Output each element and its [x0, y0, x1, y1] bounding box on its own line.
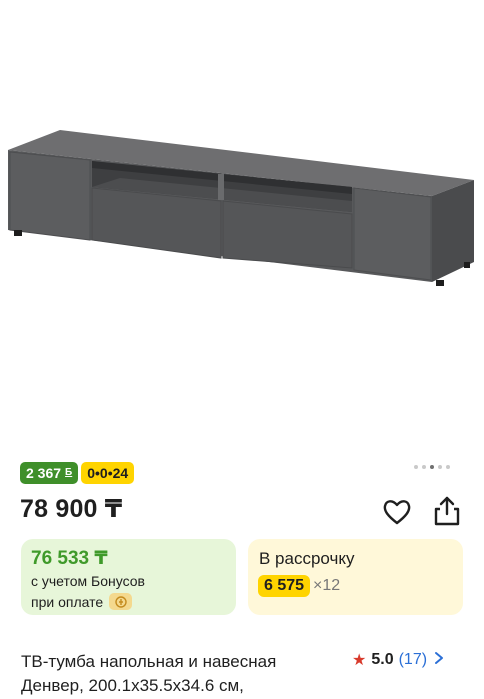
bonus-price-card[interactable]: 76 533 ₸ с учетом Бонусов при оплате — [21, 539, 236, 615]
bonus-badge: 2 367 Б — [20, 462, 79, 484]
gallery-dot[interactable] — [422, 465, 426, 469]
gallery-dot[interactable] — [438, 465, 442, 469]
heart-icon — [383, 500, 411, 525]
product-badges: 2 367 Б 0•0•24 — [20, 462, 135, 484]
bonus-currency-icon: Б — [65, 467, 73, 478]
installment-amount: 6 575 — [258, 575, 311, 597]
product-price: 78 900 ₸ — [20, 495, 123, 523]
bonus-badge-amount: 2 367 — [26, 465, 62, 481]
rating-link[interactable]: ★ 5.0 (17) — [352, 650, 444, 670]
bonus-price: 76 533 ₸ — [31, 548, 108, 569]
bonus-payment-caption: при оплате — [31, 593, 104, 610]
gallery-dot-active[interactable] — [430, 465, 434, 469]
share-icon — [434, 496, 460, 526]
rating-value: 5.0 — [371, 651, 394, 668]
installment-multiplier: ×12 — [313, 577, 341, 594]
installment-title: В рассрочку — [259, 549, 355, 568]
installment-card[interactable]: В рассрочку 6 575 ×12 — [248, 539, 463, 615]
gallery-pagination[interactable] — [414, 465, 450, 469]
favorite-button[interactable] — [382, 498, 412, 526]
installment-badge: 0•0•24 — [81, 462, 135, 484]
rating-count: (17) — [398, 651, 428, 668]
share-button[interactable] — [432, 495, 462, 527]
product-image-gallery[interactable] — [0, 0, 484, 455]
product-image — [8, 130, 474, 286]
star-icon: ★ — [352, 652, 367, 669]
gallery-dot[interactable] — [446, 465, 450, 469]
installment-row: 6 575 ×12 — [258, 575, 340, 597]
chevron-right-icon — [434, 651, 444, 670]
bonus-payment-line: при оплате — [31, 593, 133, 610]
product-title: ТВ-тумба напольная и навесная Денвер, 20… — [21, 652, 277, 695]
gallery-dot[interactable] — [414, 465, 418, 469]
bonus-caption: с учетом Бонусов — [31, 573, 145, 589]
kaspi-coin-icon — [109, 593, 133, 610]
